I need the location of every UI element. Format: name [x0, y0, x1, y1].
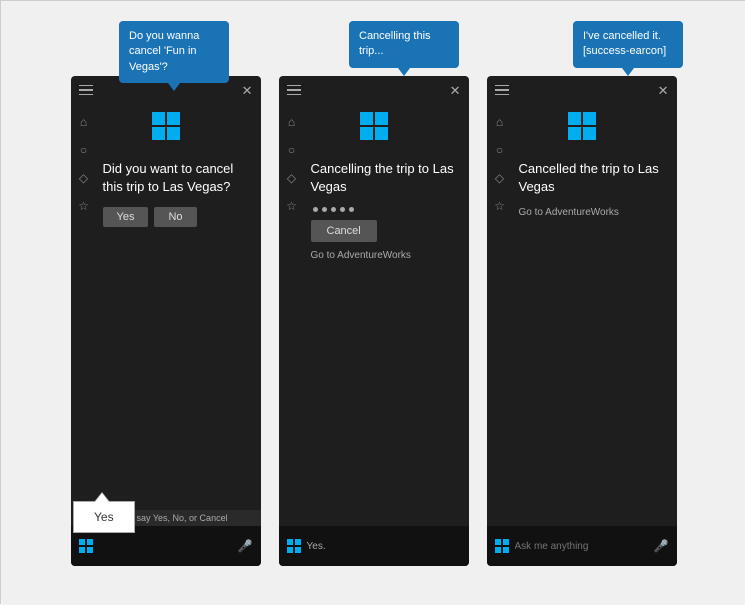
- bubble1-text: Do you wanna cancel 'Fun in Vegas'?: [129, 30, 199, 73]
- content-area-3: Cancelled the trip to Las Vegas Go to Ad…: [513, 152, 677, 526]
- hamburger-icon-2[interactable]: [287, 85, 301, 96]
- bottom-windows-logo-2: [287, 539, 301, 553]
- top-bar-2: ✕: [279, 76, 469, 104]
- bubble2-text: Cancelling this trip...: [359, 30, 431, 57]
- mic-icon-3[interactable]: 🎤: [654, 539, 669, 553]
- dot-1: [313, 207, 318, 212]
- panel1-title: Did you want to cancel this trip to Las …: [103, 160, 253, 195]
- bottom-bar-3: 🎤: [487, 526, 677, 566]
- pin-icon-3[interactable]: ◇: [492, 170, 508, 186]
- close-icon-3[interactable]: ✕: [658, 84, 669, 97]
- bottom-input-3[interactable]: [515, 541, 648, 552]
- side-nav-2: ⌂ ○ ◇ ☆: [279, 104, 305, 526]
- content-area-1: Did you want to cancel this trip to Las …: [97, 152, 261, 526]
- speech-bubble-2: Cancelling this trip...: [349, 21, 459, 68]
- home-icon-2[interactable]: ⌂: [284, 114, 300, 130]
- logo-area-1: [71, 104, 261, 152]
- settings-icon-3[interactable]: ☆: [492, 198, 508, 214]
- search-icon-2[interactable]: ○: [284, 142, 300, 158]
- logo-area-2: [279, 104, 469, 152]
- cancel-button[interactable]: Cancel: [311, 220, 377, 242]
- bottom-text-2: Yes.: [307, 541, 461, 552]
- hamburger-icon-1[interactable]: [79, 85, 93, 96]
- speech-bubble-1: Do you wanna cancel 'Fun in Vegas'?: [119, 21, 229, 83]
- close-icon-1[interactable]: ✕: [242, 84, 253, 97]
- dot-3: [331, 207, 336, 212]
- progress-dots: [311, 207, 461, 212]
- settings-icon-1[interactable]: ☆: [76, 198, 92, 214]
- panel-3: ✕ ⌂ ○ ◇ ☆ Cancelled the trip to Las Vega…: [487, 76, 677, 566]
- dot-4: [340, 207, 345, 212]
- bottom-windows-logo-1: [79, 539, 93, 553]
- side-nav-3: ⌂ ○ ◇ ☆: [487, 104, 513, 526]
- yes-label-box: Yes: [73, 501, 135, 533]
- hamburger-icon-3[interactable]: [495, 85, 509, 96]
- bubble3-text: I've cancelled it. [success-earcon]: [583, 30, 666, 57]
- search-icon-1[interactable]: ○: [76, 142, 92, 158]
- dot-2: [322, 207, 327, 212]
- settings-icon-2[interactable]: ☆: [284, 198, 300, 214]
- bottom-input-1[interactable]: [99, 541, 232, 552]
- windows-logo-1: [150, 110, 182, 142]
- pin-icon-2[interactable]: ◇: [284, 170, 300, 186]
- dot-5: [349, 207, 354, 212]
- top-bar-3: ✕: [487, 76, 677, 104]
- page-container: Do you wanna cancel 'Fun in Vegas'? Canc…: [1, 1, 745, 605]
- windows-logo-3: [566, 110, 598, 142]
- speech-bubble-3: I've cancelled it. [success-earcon]: [573, 21, 683, 68]
- mic-icon-1[interactable]: 🎤: [238, 539, 253, 553]
- panel3-link[interactable]: Go to AdventureWorks: [519, 207, 669, 218]
- home-icon-1[interactable]: ⌂: [76, 114, 92, 130]
- logo-area-3: [487, 104, 677, 152]
- no-button[interactable]: No: [154, 207, 196, 227]
- panel-2: ✕ ⌂ ○ ◇ ☆ Cancelling the trip to Las Veg…: [279, 76, 469, 566]
- panel2-link[interactable]: Go to AdventureWorks: [311, 250, 461, 261]
- windows-logo-2: [358, 110, 390, 142]
- side-nav-1: ⌂ ○ ◇ ☆: [71, 104, 97, 526]
- pin-icon-1[interactable]: ◇: [76, 170, 92, 186]
- close-icon-2[interactable]: ✕: [450, 84, 461, 97]
- home-icon-3[interactable]: ⌂: [492, 114, 508, 130]
- yn-buttons: Yes No: [103, 207, 253, 227]
- panel3-title: Cancelled the trip to Las Vegas: [519, 160, 669, 195]
- panel2-title: Cancelling the trip to Las Vegas: [311, 160, 461, 195]
- yes-button[interactable]: Yes: [103, 207, 149, 227]
- bottom-windows-logo-3: [495, 539, 509, 553]
- bottom-bar-2: Yes.: [279, 526, 469, 566]
- search-icon-3[interactable]: ○: [492, 142, 508, 158]
- content-area-2: Cancelling the trip to Las Vegas Cancel …: [305, 152, 469, 526]
- yes-label-text: Yes: [94, 510, 114, 524]
